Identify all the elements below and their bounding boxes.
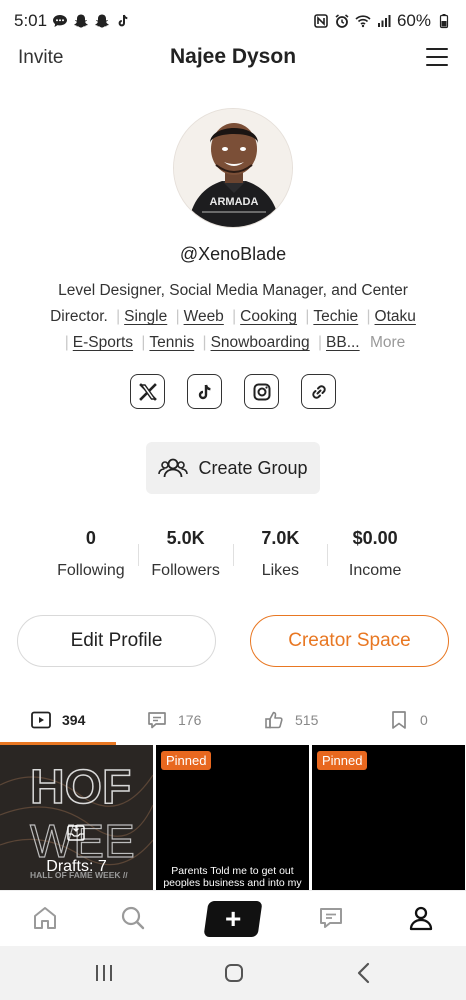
status-time: 5:01 [14, 11, 48, 30]
bio-tag-weeb[interactable]: Weeb [184, 308, 224, 325]
tab-bookmarks[interactable]: 0 [388, 704, 428, 736]
tab-comments[interactable]: 176 [146, 704, 201, 736]
plus-icon: + [224, 903, 242, 934]
signal-icon [376, 13, 392, 29]
profile-stats: 0 Following 5.0K Followers 7.0K Likes $0… [44, 528, 422, 588]
tab-count: 515 [295, 712, 319, 728]
alarm-icon [334, 13, 350, 29]
create-group-button[interactable]: Create Group [146, 442, 320, 494]
search-icon[interactable] [118, 903, 148, 933]
bio-tag-techie[interactable]: Techie [313, 308, 358, 325]
stat-income[interactable]: $0.00 Income [328, 528, 422, 580]
snapchat-icon-2 [94, 13, 110, 29]
pinned-badge: Pinned [161, 751, 212, 770]
tiktok-icon[interactable] [187, 374, 222, 409]
comment-icon [148, 712, 166, 729]
avatar[interactable]: ARMADA [173, 108, 293, 228]
stat-value: 5.0K [166, 528, 205, 548]
bottom-navigation: + [0, 890, 466, 946]
stat-value: 0 [85, 528, 96, 548]
username-handle: @XenoBlade [179, 244, 287, 264]
content-tabs: 394 176 515 0 [0, 704, 466, 745]
bio-more-link[interactable]: More [370, 334, 405, 351]
edit-profile-button[interactable]: Edit Profile [17, 615, 216, 667]
home-button-icon[interactable] [220, 960, 248, 986]
battery-percentage: 60% [396, 11, 431, 30]
thumbs-up-icon [265, 711, 283, 729]
system-navigation-bar [0, 946, 466, 1000]
wifi-icon [355, 13, 371, 29]
video-caption: Parents Told me to get out peoples busin… [163, 865, 302, 889]
snapchat-icon [73, 13, 89, 29]
shirt-text: ARMADA [210, 196, 259, 208]
profile-header: Invite Najee Dyson [0, 42, 466, 76]
svg-text:HOF: HOF [30, 761, 131, 814]
nfc-icon [313, 13, 329, 29]
creator-space-button[interactable]: Creator Space [250, 615, 449, 667]
bookmark-icon [392, 711, 406, 729]
stat-likes[interactable]: 7.0K Likes [234, 528, 328, 580]
drafts-cell[interactable]: HOF WEE HALL OF FAME WEEK // Drafts: 7 [0, 745, 153, 890]
stat-value: $0.00 [352, 528, 398, 548]
bio-tag-tennis[interactable]: Tennis [149, 334, 194, 351]
stat-label: Followers [151, 562, 220, 579]
bio: Level Designer, Social Media Manager, an… [50, 282, 416, 351]
video-icon [31, 711, 51, 729]
messages-icon[interactable] [316, 903, 346, 933]
home-icon[interactable] [30, 903, 60, 933]
back-icon[interactable] [350, 960, 378, 986]
tab-count: 176 [178, 712, 202, 728]
video-cell-pinned-2[interactable]: Pinned [312, 745, 465, 890]
tab-likes[interactable]: 515 [263, 704, 318, 736]
link-icon[interactable] [301, 374, 336, 409]
battery-icon [436, 13, 452, 29]
profile-icon[interactable] [406, 903, 436, 933]
stat-following[interactable]: 0 Following [44, 528, 138, 580]
hamburger-menu-icon[interactable] [426, 48, 448, 66]
tab-videos[interactable]: 394 [30, 704, 85, 736]
group-icon [158, 458, 189, 478]
status-bar-right: 60% [313, 11, 452, 31]
bio-tag-truncated[interactable]: BB... [326, 334, 360, 351]
pinned-badge: Pinned [317, 751, 368, 770]
create-post-button[interactable]: + [203, 901, 263, 937]
avatar-image: ARMADA [174, 109, 292, 227]
instagram-icon[interactable] [244, 374, 279, 409]
social-links [0, 374, 466, 409]
bio-tag-cooking[interactable]: Cooking [240, 308, 297, 325]
stat-label: Income [348, 562, 402, 579]
video-cell-pinned-1[interactable]: Pinned Parents Told me to get out people… [156, 745, 309, 890]
status-bar-left: 5:01 [14, 11, 131, 31]
tiktok-notification-icon [115, 13, 131, 29]
bio-tag-snowboarding[interactable]: Snowboarding [211, 334, 310, 351]
bio-tag-esports[interactable]: E-Sports [73, 334, 133, 351]
chat-notification-icon [52, 13, 68, 29]
tab-count: 394 [62, 712, 86, 728]
x-icon[interactable] [130, 374, 165, 409]
page-title: Najee Dyson [169, 45, 297, 68]
bio-tag-single[interactable]: Single [124, 308, 167, 325]
recent-apps-icon[interactable] [90, 960, 118, 986]
stat-value: 7.0K [261, 528, 300, 548]
create-group-label: Create Group [198, 457, 308, 478]
status-bar: 5:01 60% [0, 0, 466, 42]
bio-tag-otaku[interactable]: Otaku [375, 308, 416, 325]
stat-label: Following [57, 562, 125, 579]
stat-followers[interactable]: 5.0K Followers [139, 528, 233, 580]
video-grid: HOF WEE HALL OF FAME WEEK // Drafts: 7 P… [0, 745, 466, 890]
stat-label: Likes [261, 562, 300, 579]
drafts-count-label: Drafts: 7 [46, 858, 107, 875]
tab-count: 0 [420, 712, 428, 728]
